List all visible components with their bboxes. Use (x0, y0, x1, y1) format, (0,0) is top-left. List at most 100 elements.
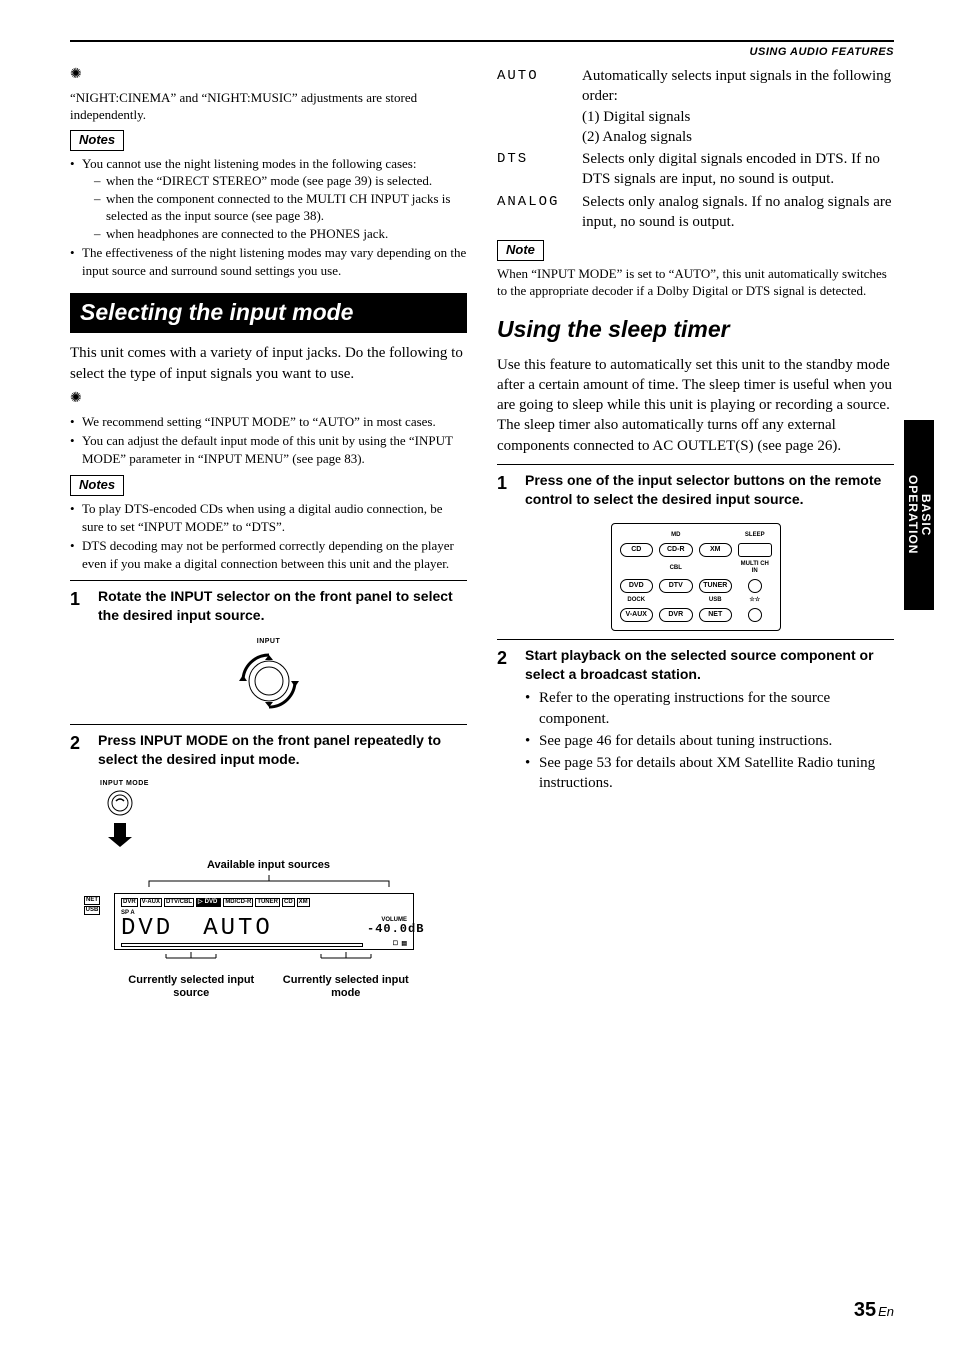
note-multi-ch: when the component connected to the MULT… (94, 190, 467, 225)
src-dvd-active: ▷DVD (196, 898, 221, 907)
remote-label-sleep: SLEEP (738, 532, 772, 539)
side-tab-line2: OPERATION (906, 475, 920, 554)
sleep-step-1: 1 Press one of the input selector button… (497, 464, 894, 509)
tip-adjust-default: You can adjust the default input mode of… (70, 432, 467, 467)
right-column: AUTO Automatically selects input signals… (497, 66, 894, 1001)
input-mode-figure: INPUT MODE (70, 779, 467, 1000)
tip-icon: ✺ (70, 66, 82, 85)
intro-sleep-timer: Use this feature to automatically set th… (497, 355, 894, 456)
input-mode-button-label: INPUT MODE (100, 779, 467, 788)
bracket-up-icon (161, 952, 221, 966)
mode-analog: ANALOG Selects only analog signals. If n… (497, 192, 894, 233)
note-auto-decoder: When “INPUT MODE” is set to “AUTO”, this… (497, 265, 894, 300)
remote-btn-sleep[interactable] (738, 543, 772, 557)
src-xm: XM (297, 898, 310, 907)
step-1: 1 Rotate the INPUT selector on the front… (70, 580, 467, 625)
source-indicator-bar: DVR V-AUX DTV/CBL ▷DVD MD/CD-R TUNER CD … (121, 898, 363, 907)
display-captions: Currently selected input source Currentl… (70, 974, 467, 1000)
side-tab-basic-operation: BASICOPERATION (904, 420, 934, 610)
mode-dts: DTS Selects only digital signals encoded… (497, 149, 894, 190)
note-cannot-use-text: You cannot use the night listening modes… (82, 156, 416, 171)
bracket-up-icon (316, 952, 376, 966)
step-1-number: 1 (70, 587, 98, 611)
tip-recommend-auto: We recommend setting “INPUT MODE” to “AU… (70, 413, 467, 431)
step-1-text: Rotate the INPUT selector on the front p… (98, 587, 467, 625)
src-dtvcbl: DTV/CBL (164, 898, 194, 907)
remote-btn-dvd[interactable]: DVD (620, 579, 654, 593)
note-direct-stereo: when the “DIRECT STEREO” mode (see page … (94, 172, 467, 190)
mode-auto-sub1: (1) Digital signals (582, 109, 690, 125)
remote-btn-multi-ch[interactable] (748, 579, 762, 593)
remote-btn-vaux[interactable]: V-AUX (620, 608, 654, 622)
src-usb: USB (84, 906, 101, 915)
display-source: DVD (121, 917, 173, 941)
caption-mode: Currently selected input mode (269, 974, 424, 1000)
src-vaux: V-AUX (140, 898, 162, 907)
top-rule (70, 40, 894, 42)
note-dts-cds: To play DTS-encoded CDs when using a dig… (70, 500, 467, 535)
tip-night-modes: “NIGHT:CINEMA” and “NIGHT:MUSIC” adjustm… (70, 89, 467, 124)
sleep-step-2-bullets: Refer to the operating instructions for … (525, 688, 894, 793)
bullet-page-46: See page 46 for details about tuning ins… (525, 731, 894, 751)
tip-icon: ✺ (70, 390, 82, 409)
remote-btn-cdr[interactable]: CD-R (659, 543, 693, 557)
bullet-page-53: See page 53 for details about XM Satelli… (525, 753, 894, 794)
sleep-step-1-text: Press one of the input selector buttons … (525, 471, 894, 509)
mode-analog-label: ANALOG (497, 192, 582, 233)
page: USING AUDIO FEATURES ✺ “NIGHT:CINEMA” an… (0, 0, 954, 1348)
page-number-value: 35 (854, 1299, 876, 1321)
remote-label-multi: MULTI CH IN (738, 561, 772, 575)
intro-input-mode: This unit comes with a variety of input … (70, 343, 467, 384)
note-effectiveness: The effectiveness of the night listening… (70, 244, 467, 279)
mode-auto-desc: Automatically selects input signals in t… (582, 66, 894, 147)
remote-btn-net[interactable]: NET (699, 608, 733, 622)
heading-selecting-input-mode: Selecting the input mode (70, 293, 467, 333)
remote-btn-extra[interactable] (748, 608, 762, 622)
note-headphones: when headphones are connected to the PHO… (94, 225, 467, 243)
push-button-icon (100, 789, 467, 823)
remote-label-usb: USB (699, 597, 733, 604)
display-mode: AUTO (203, 917, 273, 941)
down-arrow-icon (100, 823, 467, 853)
sleep-step-2-text: Start playback on the selected source co… (525, 646, 894, 684)
input-knob-label: INPUT (70, 637, 467, 646)
sleep-step-2-number: 2 (497, 646, 525, 670)
remote-stars: ☆☆ (738, 597, 772, 604)
notes-list-2: To play DTS-encoded CDs when using a dig… (70, 500, 467, 572)
sleep-step-1-number: 1 (497, 471, 525, 495)
remote-btn-xm[interactable]: XM (699, 543, 733, 557)
input-knob-figure: INPUT (70, 637, 467, 716)
notes-label: Notes (70, 130, 124, 151)
two-column-layout: ✺ “NIGHT:CINEMA” and “NIGHT:MUSIC” adjus… (70, 66, 894, 1001)
remote-btn-dtv[interactable]: DTV (659, 579, 693, 593)
note-cannot-use: You cannot use the night listening modes… (70, 155, 467, 243)
src-mdcdr: MD/CD-R (223, 898, 253, 907)
notes-list-1: You cannot use the night listening modes… (70, 155, 467, 280)
remote-label-dock: DOCK (620, 597, 654, 604)
rotary-knob-icon (70, 646, 467, 716)
heading-sleep-timer: Using the sleep timer (497, 314, 894, 345)
section-header: USING AUDIO FEATURES (70, 46, 894, 58)
remote-control-figure: MD SLEEP CD CD-R XM CBL MULTI CH IN DVD … (611, 523, 781, 632)
step-2-text: Press INPUT MODE on the front panel repe… (98, 731, 467, 769)
mode-analog-desc: Selects only analog signals. If no analo… (582, 192, 894, 233)
remote-label-cbl: CBL (659, 565, 693, 572)
remote-btn-cd[interactable]: CD (620, 543, 654, 557)
mode-auto-sub2: (2) Analog signals (582, 129, 692, 145)
mode-dts-label: DTS (497, 149, 582, 190)
tips-list: We recommend setting “INPUT MODE” to “AU… (70, 413, 467, 468)
page-number: 35En (854, 1299, 894, 1322)
mode-auto: AUTO Automatically selects input signals… (497, 66, 894, 147)
remote-label-md: MD (659, 532, 693, 539)
bullet-refer-instructions: Refer to the operating instructions for … (525, 688, 894, 729)
src-tuner: TUNER (255, 898, 280, 907)
bracket-down-icon (70, 875, 467, 893)
step-2: 2 Press INPUT MODE on the front panel re… (70, 724, 467, 769)
remote-btn-dvr[interactable]: DVR (659, 608, 693, 622)
side-tab-line1: BASIC (919, 494, 933, 536)
src-cd: CD (282, 898, 295, 907)
note-dts-decoding: DTS decoding may not be performed correc… (70, 537, 467, 572)
note-subcases: when the “DIRECT STEREO” mode (see page … (82, 172, 467, 242)
page-number-suffix: En (878, 1304, 894, 1319)
remote-btn-tuner[interactable]: TUNER (699, 579, 733, 593)
